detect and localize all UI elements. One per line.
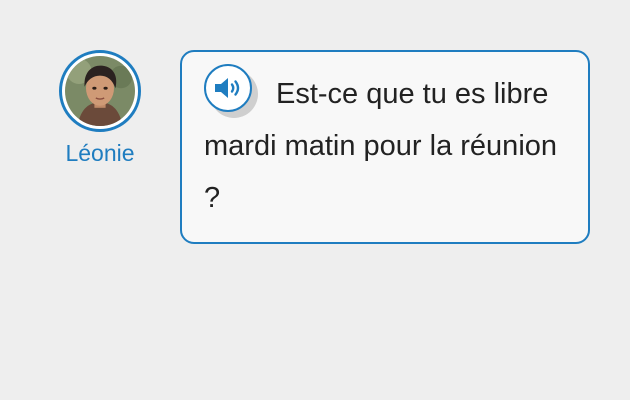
speaker-volume-icon <box>215 78 240 99</box>
speaker-block: Léonie <box>52 50 148 165</box>
audio-button-disc <box>204 64 252 113</box>
person-portrait-icon <box>65 56 135 126</box>
play-audio-button[interactable] <box>204 64 258 119</box>
speaker-name: Léonie <box>65 140 135 166</box>
speech-bubble: Est-ce que tu es libre mardi matin pour … <box>180 50 590 244</box>
avatar <box>59 50 141 132</box>
message-container: Est-ce que tu es libre mardi matin pour … <box>204 64 568 224</box>
